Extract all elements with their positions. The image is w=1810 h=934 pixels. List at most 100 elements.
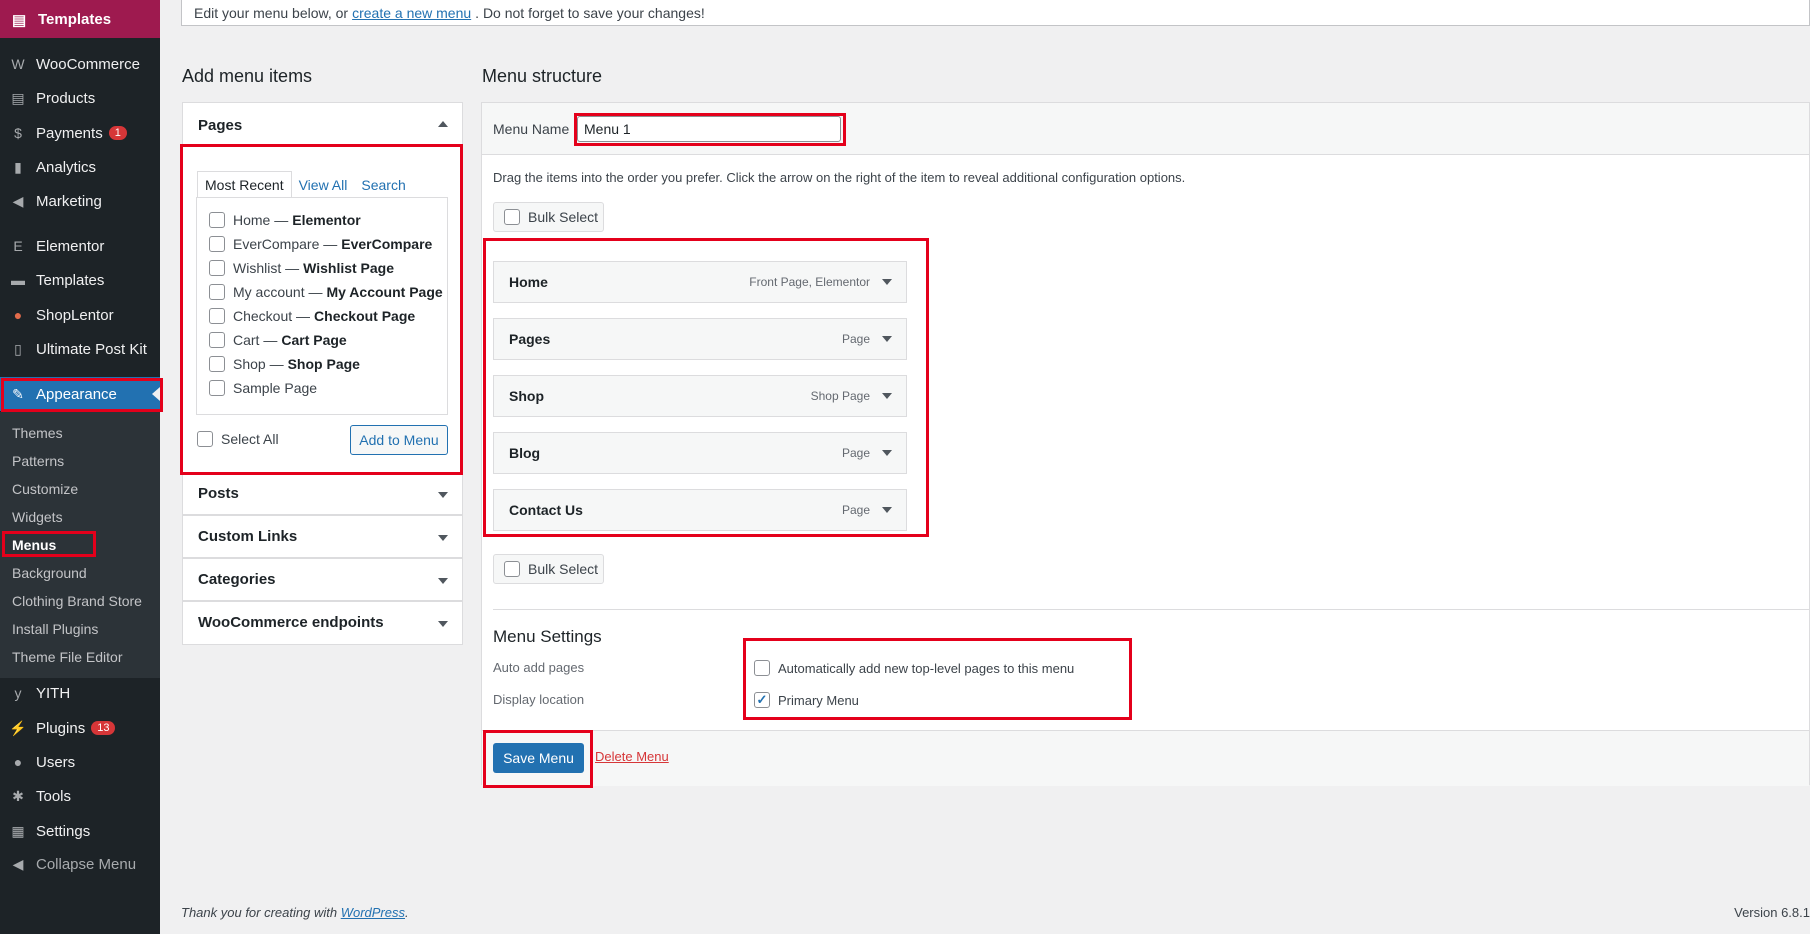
menu-name-input[interactable] bbox=[577, 116, 841, 142]
sidebar-item-settings[interactable]: ▦ Settings bbox=[0, 814, 160, 848]
posts-section[interactable]: Posts bbox=[182, 472, 463, 515]
submenu-menus[interactable]: Menus bbox=[12, 534, 56, 556]
page-checkbox[interactable] bbox=[209, 308, 225, 324]
page-checkbox[interactable] bbox=[209, 380, 225, 396]
page-checkbox[interactable] bbox=[209, 236, 225, 252]
sidebar-item-shoplentor[interactable]: ● ShopLentor bbox=[0, 298, 160, 332]
elementor-icon: E bbox=[13, 238, 23, 254]
tab-search[interactable]: Search bbox=[354, 171, 412, 199]
menu-item-blog[interactable]: Blog Page bbox=[493, 432, 907, 474]
menu-item-type: Page bbox=[841, 503, 870, 517]
page-tag: Elementor bbox=[292, 212, 361, 228]
sidebar-item-appearance[interactable]: ✎ Appearance bbox=[0, 377, 160, 411]
menu-footer bbox=[482, 730, 1809, 786]
menu-item-shop[interactable]: Shop Shop Page bbox=[493, 375, 907, 417]
sidebar-item-templates[interactable]: ▬ Templates bbox=[0, 263, 160, 297]
bulk-select-checkbox[interactable] bbox=[504, 561, 520, 577]
megaphone-icon: ◀ bbox=[12, 192, 24, 209]
page-item-wishlist[interactable]: Wishlist — Wishlist Page bbox=[209, 260, 394, 276]
auto-add-pages-option[interactable]: Automatically add new top-level pages to… bbox=[754, 660, 1074, 676]
plugin-icon: ⚡ bbox=[9, 719, 27, 736]
pages-panel-title[interactable]: Pages bbox=[198, 117, 242, 134]
sidebar-item-templates-top[interactable]: ▤ Templates bbox=[0, 0, 160, 38]
sidebar-item-analytics[interactable]: ▮ Analytics bbox=[0, 150, 160, 184]
folder-icon: ▬ bbox=[11, 272, 25, 288]
tab-most-recent[interactable]: Most Recent bbox=[197, 171, 292, 199]
sidebar-item-users[interactable]: ● Users bbox=[0, 745, 160, 779]
submenu-themes[interactable]: Themes bbox=[12, 422, 63, 444]
page-item-checkout[interactable]: Checkout — Checkout Page bbox=[209, 308, 415, 324]
menu-item-home[interactable]: Home Front Page, Elementor bbox=[493, 261, 907, 303]
submenu-customize[interactable]: Customize bbox=[12, 478, 78, 500]
custom-links-section[interactable]: Custom Links bbox=[182, 515, 463, 558]
sidebar-item-label: Appearance bbox=[36, 385, 117, 403]
expand-arrow-icon[interactable] bbox=[882, 507, 892, 513]
sidebar-item-marketing[interactable]: ◀ Marketing bbox=[0, 184, 160, 218]
sidebar-item-label: Ultimate Post Kit bbox=[36, 340, 147, 358]
woocommerce-endpoints-section[interactable]: WooCommerce endpoints bbox=[182, 601, 463, 645]
page-checkbox[interactable] bbox=[209, 284, 225, 300]
posts-title: Posts bbox=[198, 485, 239, 502]
primary-menu-checkbox[interactable] bbox=[754, 692, 770, 708]
select-all-checkbox[interactable] bbox=[197, 431, 213, 447]
bulk-select-top[interactable]: Bulk Select bbox=[493, 202, 604, 232]
menu-item-title: Blog bbox=[509, 445, 541, 461]
submenu-theme-file-editor[interactable]: Theme File Editor bbox=[12, 646, 122, 668]
auto-add-checkbox[interactable] bbox=[754, 660, 770, 676]
expand-arrow-icon[interactable] bbox=[438, 621, 448, 627]
sidebar-item-yith[interactable]: y YITH bbox=[0, 676, 160, 710]
woocommerce-icon: W bbox=[11, 56, 25, 72]
page-item-shop[interactable]: Shop — Shop Page bbox=[209, 356, 360, 372]
expand-arrow-icon[interactable] bbox=[882, 450, 892, 456]
page-item-cart[interactable]: Cart — Cart Page bbox=[209, 332, 347, 348]
page-checkbox[interactable] bbox=[209, 332, 225, 348]
page-checkbox[interactable] bbox=[209, 356, 225, 372]
page-item-my-account[interactable]: My account — My Account Page bbox=[209, 284, 443, 300]
submenu-patterns[interactable]: Patterns bbox=[12, 450, 64, 472]
delete-menu-link[interactable]: Delete Menu bbox=[595, 749, 669, 764]
display-location-label: Display location bbox=[493, 692, 585, 707]
sidebar-item-elementor[interactable]: E Elementor bbox=[0, 229, 160, 263]
save-menu-button[interactable]: Save Menu bbox=[493, 743, 584, 773]
collapse-arrow-icon[interactable] bbox=[438, 121, 448, 127]
sidebar-item-label: Payments bbox=[36, 124, 103, 142]
submenu-widgets[interactable]: Widgets bbox=[12, 506, 63, 528]
sidebar-item-products[interactable]: ▤ Products bbox=[0, 81, 160, 115]
select-all[interactable]: Select All bbox=[197, 431, 279, 447]
expand-arrow-icon[interactable] bbox=[438, 492, 448, 498]
settings-divider bbox=[493, 609, 1810, 610]
sidebar-item-plugins[interactable]: ⚡ Plugins 13 bbox=[0, 711, 160, 745]
add-to-menu-button[interactable]: Add to Menu bbox=[350, 425, 448, 455]
page-checkbox[interactable] bbox=[209, 260, 225, 276]
menu-item-contact-us[interactable]: Contact Us Page bbox=[493, 489, 907, 531]
collapse-menu-button[interactable]: ◀ Collapse Menu bbox=[0, 847, 160, 881]
wordpress-link[interactable]: WordPress bbox=[341, 905, 405, 920]
sidebar-item-payments[interactable]: $ Payments 1 bbox=[0, 116, 160, 150]
bulk-select-bottom[interactable]: Bulk Select bbox=[493, 554, 604, 584]
sidebar-item-ultimate-post-kit[interactable]: ▯ Ultimate Post Kit bbox=[0, 332, 160, 366]
page-sep: — bbox=[263, 332, 278, 348]
page-item-evercompare[interactable]: EverCompare — EverCompare bbox=[209, 236, 432, 252]
page-checkbox[interactable] bbox=[209, 212, 225, 228]
sidebar-item-tools[interactable]: ✱ Tools bbox=[0, 779, 160, 813]
page-tag: My Account Page bbox=[326, 284, 443, 300]
expand-arrow-icon[interactable] bbox=[882, 279, 892, 285]
expand-arrow-icon[interactable] bbox=[882, 336, 892, 342]
create-new-menu-link[interactable]: create a new menu bbox=[352, 5, 471, 21]
submenu-install-plugins[interactable]: Install Plugins bbox=[12, 618, 98, 640]
bulk-select-checkbox[interactable] bbox=[504, 209, 520, 225]
tab-view-all[interactable]: View All bbox=[292, 171, 355, 199]
submenu-clothing-brand-store[interactable]: Clothing Brand Store bbox=[12, 590, 142, 612]
plugins-badge: 13 bbox=[91, 721, 116, 735]
sidebar-item-woocommerce[interactable]: W WooCommerce bbox=[0, 47, 160, 81]
menu-item-pages[interactable]: Pages Page bbox=[493, 318, 907, 360]
submenu-background[interactable]: Background bbox=[12, 562, 87, 584]
expand-arrow-icon[interactable] bbox=[882, 393, 892, 399]
primary-menu-option[interactable]: Primary Menu bbox=[754, 692, 859, 708]
expand-arrow-icon[interactable] bbox=[438, 535, 448, 541]
page-item-sample-page[interactable]: Sample Page bbox=[209, 380, 317, 396]
page-item-home[interactable]: Home — Elementor bbox=[209, 212, 361, 228]
expand-arrow-icon[interactable] bbox=[438, 578, 448, 584]
sidebar-item-label: Marketing bbox=[36, 192, 102, 210]
categories-section[interactable]: Categories bbox=[182, 558, 463, 601]
